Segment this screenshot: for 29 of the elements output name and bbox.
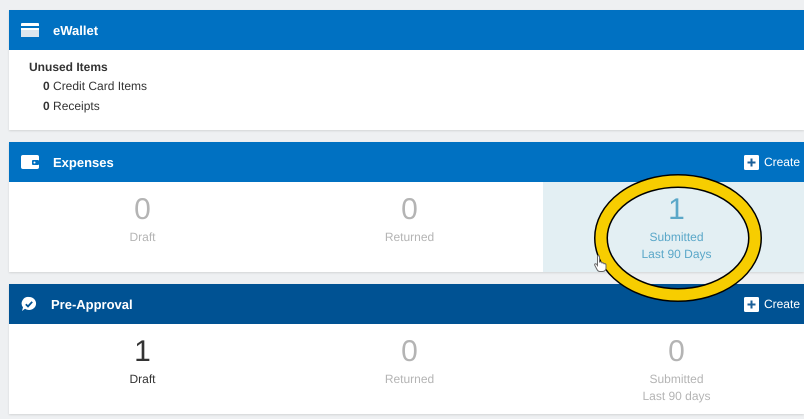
section-heading: Unused Items — [29, 60, 109, 74]
create-button[interactable]: Create — [744, 154, 800, 170]
panel-title: Pre-Approval — [51, 296, 133, 312]
count-number: 1 — [134, 335, 151, 369]
count-number: 0 — [134, 193, 151, 227]
create-button[interactable]: Create — [744, 296, 800, 312]
unused-item-link[interactable]: 0 Receipts — [43, 99, 784, 113]
plus-icon — [744, 296, 759, 312]
wallet-icon — [21, 155, 39, 169]
count-number: 0 — [401, 193, 418, 227]
hand-cursor-icon — [594, 254, 608, 272]
plus-icon — [744, 154, 759, 170]
panel-title: eWallet — [53, 22, 98, 38]
count-number: 1 — [668, 193, 685, 227]
period-label: Last 90 days — [642, 390, 711, 403]
status-tile[interactable]: 1 Draft — [9, 324, 276, 414]
check-bubble-icon — [21, 296, 37, 312]
status-label: Draft — [129, 373, 156, 386]
card-icon — [21, 23, 39, 37]
status-label: Submitted — [649, 373, 704, 386]
count-number: 0 — [401, 335, 418, 369]
unused-item-link[interactable]: 0 Credit Card Items — [43, 79, 784, 93]
status-label: Draft — [129, 231, 156, 244]
count-number: 0 — [668, 335, 685, 369]
period-label: Last 90 Days — [641, 248, 712, 261]
status-label: Returned — [384, 373, 434, 386]
panel-title: Expenses — [53, 154, 114, 170]
status-label: Returned — [384, 231, 434, 244]
status-label: Submitted — [649, 231, 704, 244]
